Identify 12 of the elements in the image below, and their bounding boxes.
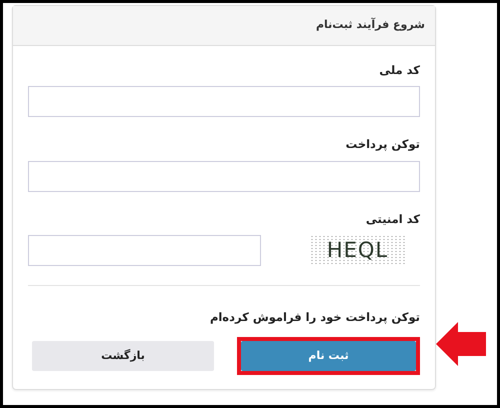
field-label: کد ملی (378, 62, 420, 79)
captcha-field[interactable] (28, 234, 261, 266)
card-title: شروع فرآیند ثبت‌نام (13, 6, 435, 46)
field-label: کد امنیتی (364, 210, 420, 228)
register-button[interactable]: ثبت نام (241, 341, 416, 371)
input-field[interactable] (28, 160, 420, 192)
input-field[interactable] (28, 86, 420, 118)
back-button[interactable]: بازگشت (32, 341, 214, 371)
forgot-token-link[interactable]: توکن پرداخت خود را فراموش کرده‌ام (210, 308, 420, 326)
field-label: توکن پرداخت (344, 136, 420, 154)
captcha-image: HEQL (310, 235, 405, 266)
arrow-icon (436, 322, 486, 366)
